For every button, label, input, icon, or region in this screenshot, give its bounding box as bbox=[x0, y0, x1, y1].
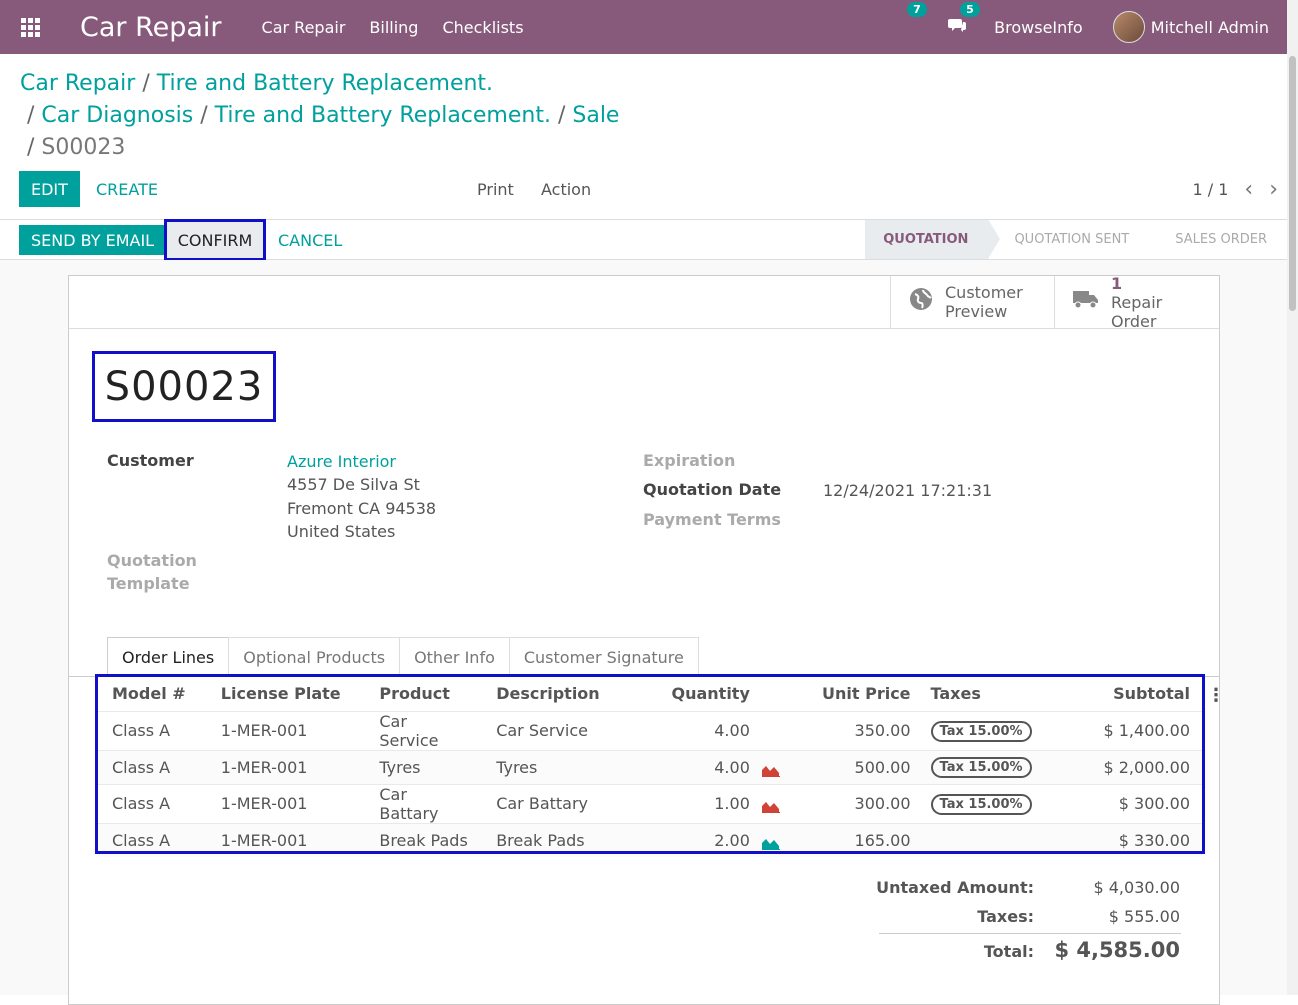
customer-address-line1: 4557 De Silva St bbox=[287, 475, 420, 494]
globe-icon bbox=[909, 287, 933, 317]
customer-preview-line2: Preview bbox=[945, 302, 1008, 321]
pager-value[interactable]: 1 / 1 bbox=[1192, 180, 1228, 199]
message-count-badge: 5 bbox=[960, 2, 980, 17]
activity-icon[interactable]: 7 bbox=[907, 1, 927, 37]
tab-other-info[interactable]: Other Info bbox=[399, 637, 510, 677]
activity-count-badge: 7 bbox=[907, 1, 927, 17]
quotation-date-label: Quotation Date bbox=[643, 480, 782, 499]
app-brand[interactable]: Car Repair bbox=[80, 12, 222, 43]
tab-optional-products[interactable]: Optional Products bbox=[228, 637, 401, 677]
create-button[interactable]: CREATE bbox=[96, 171, 158, 207]
repair-order-button[interactable]: 1 Repair Order bbox=[1054, 273, 1219, 331]
customer-name-link[interactable]: Azure Interior bbox=[287, 450, 396, 474]
truck-icon bbox=[1073, 288, 1099, 316]
form-statusbar: SEND BY EMAIL CONFIRM CANCEL QUOTATION Q… bbox=[0, 219, 1287, 261]
optional-columns-kebab-icon[interactable]: ⋮ bbox=[1207, 685, 1225, 706]
pager-next-icon[interactable]: › bbox=[1269, 177, 1278, 202]
taxes-value: $ 555.00 bbox=[1108, 907, 1180, 926]
payment-terms-label: Payment Terms bbox=[643, 510, 781, 529]
control-panel: EDIT CREATE Print Action 1 / 1 ‹ › bbox=[19, 171, 1278, 207]
customer-address-line3: United States bbox=[287, 522, 396, 541]
messages-icon[interactable]: 5 bbox=[948, 2, 980, 37]
scrollbar-thumb[interactable] bbox=[1289, 56, 1296, 311]
pager: 1 / 1 ‹ › bbox=[1192, 171, 1278, 207]
breadcrumb-current: S00023 bbox=[41, 135, 126, 160]
quotation-template-label-2: Template bbox=[107, 574, 190, 593]
total-value: $ 4,585.00 bbox=[1054, 938, 1180, 962]
quotation-date-value: 12/24/2021 17:21:31 bbox=[823, 481, 993, 500]
customer-preview-button[interactable]: Customer Preview bbox=[890, 276, 1054, 328]
breadcrumb-item[interactable]: Car Repair bbox=[20, 71, 135, 96]
apps-menu-icon[interactable] bbox=[0, 0, 60, 54]
status-stages: QUOTATION QUOTATION SENT SALES ORDER bbox=[865, 219, 1287, 259]
top-navbar: Car Repair Car Repair Billing Checklists… bbox=[0, 0, 1287, 54]
user-menu[interactable]: Mitchell Admin bbox=[1151, 18, 1269, 37]
action-menu[interactable]: Action bbox=[541, 171, 591, 207]
repair-order-count: 1 bbox=[1111, 273, 1123, 293]
customer-address-line2: Fremont CA 94538 bbox=[287, 499, 437, 518]
stage-label: QUOTATION bbox=[883, 232, 969, 247]
print-menu[interactable]: Print bbox=[477, 171, 514, 207]
breadcrumb-item[interactable]: Tire and Battery Replacement. bbox=[157, 71, 493, 96]
breadcrumb-item[interactable]: Tire and Battery Replacement. bbox=[215, 103, 551, 128]
stage-label: QUOTATION SENT bbox=[1014, 232, 1130, 247]
breadcrumb: Car Repair / Tire and Battery Replacemen… bbox=[20, 71, 620, 160]
send-by-email-button[interactable]: SEND BY EMAIL bbox=[19, 225, 167, 255]
order-lines-highlight bbox=[95, 674, 1205, 854]
confirm-button[interactable]: CONFIRM bbox=[164, 219, 266, 261]
untaxed-amount-value: $ 4,030.00 bbox=[1093, 878, 1180, 897]
expiration-label: Expiration bbox=[643, 451, 736, 470]
tab-customer-signature[interactable]: Customer Signature bbox=[508, 637, 699, 677]
edit-button[interactable]: EDIT bbox=[19, 171, 80, 207]
record-name-title: S00023 bbox=[92, 351, 276, 422]
menu-checklists[interactable]: Checklists bbox=[442, 18, 523, 37]
repair-order-label: Repair Order bbox=[1111, 292, 1163, 331]
cancel-button[interactable]: CANCEL bbox=[278, 225, 342, 255]
notebook-tabs: Order Lines Optional Products Other Info… bbox=[107, 637, 699, 677]
untaxed-amount-label: Untaxed Amount: bbox=[876, 878, 1034, 897]
breadcrumb-item[interactable]: Car Diagnosis bbox=[41, 103, 193, 128]
pager-previous-icon[interactable]: ‹ bbox=[1244, 177, 1253, 202]
stage-quotation-sent[interactable]: QUOTATION SENT bbox=[988, 220, 1149, 259]
menu-car-repair[interactable]: Car Repair bbox=[262, 18, 346, 37]
customer-preview-line1: Customer bbox=[945, 283, 1023, 302]
customer-label: Customer bbox=[107, 451, 194, 470]
page-scrollbar[interactable] bbox=[1287, 0, 1298, 995]
taxes-label: Taxes: bbox=[977, 907, 1034, 926]
stage-sales-order[interactable]: SALES ORDER bbox=[1149, 220, 1287, 259]
tab-order-lines[interactable]: Order Lines bbox=[107, 637, 230, 677]
menu-billing[interactable]: Billing bbox=[369, 18, 418, 37]
quotation-template-label-1: Quotation bbox=[107, 551, 197, 570]
company-switcher[interactable]: BrowseInfo bbox=[994, 18, 1083, 37]
breadcrumb-item[interactable]: Sale bbox=[572, 103, 619, 128]
smart-button-box: Customer Preview 1 Repair Order bbox=[890, 273, 1219, 331]
user-avatar[interactable] bbox=[1112, 11, 1145, 43]
stage-quotation[interactable]: QUOTATION bbox=[865, 219, 1001, 259]
stage-label: SALES ORDER bbox=[1175, 232, 1267, 247]
